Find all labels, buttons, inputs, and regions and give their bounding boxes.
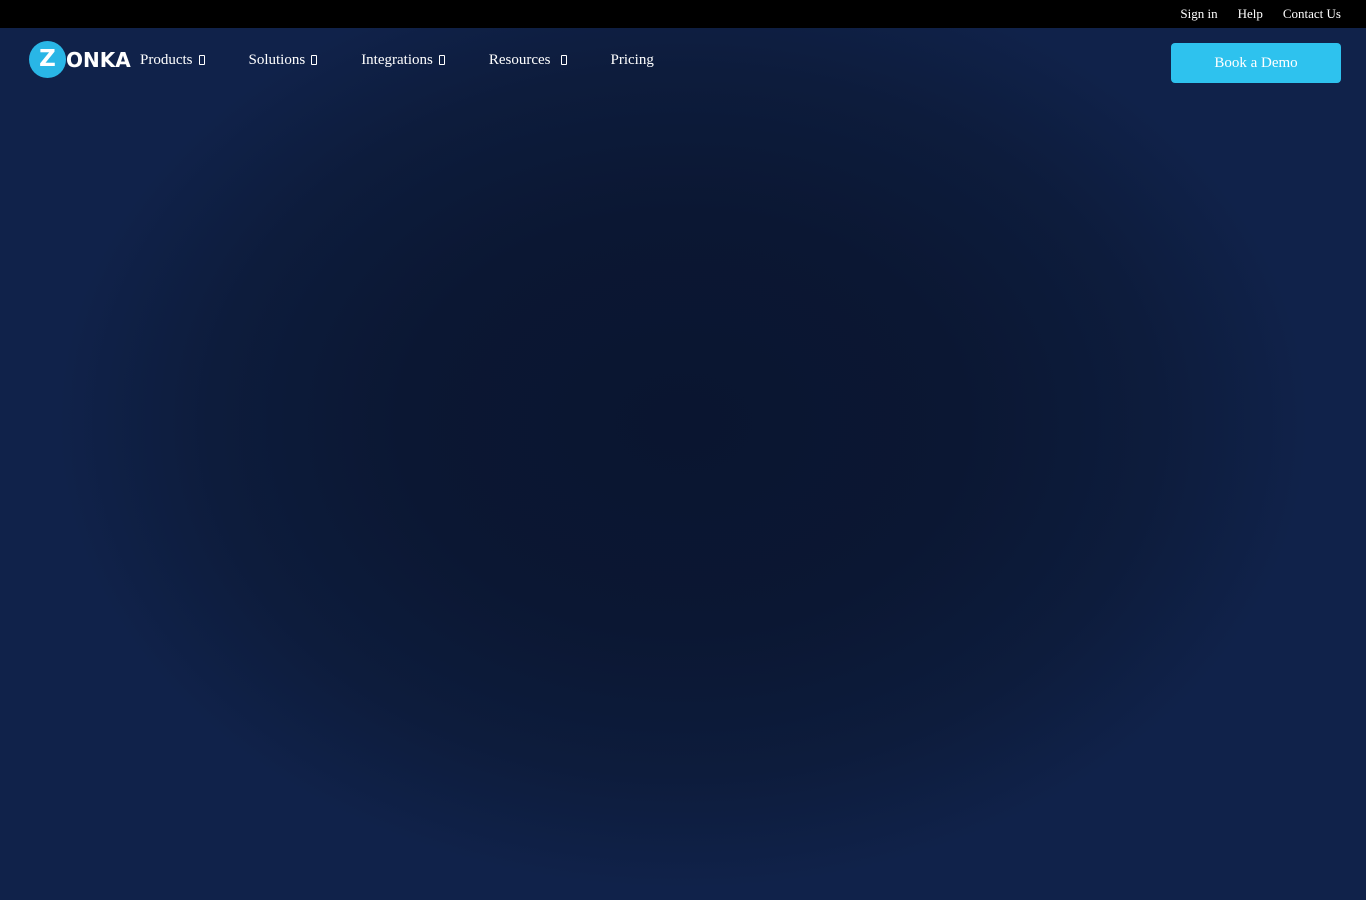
nav-item-solutions[interactable]: Solutions bbox=[249, 52, 318, 69]
chevron-down-icon bbox=[198, 55, 205, 65]
chevron-down-icon bbox=[560, 55, 567, 65]
main-navigation: Z ONKA Products Solutions Integrations R… bbox=[0, 28, 1366, 96]
nav-item-products[interactable]: Products bbox=[140, 52, 205, 69]
nav-item-label: Products bbox=[140, 51, 193, 68]
logo-badge-letter: Z bbox=[39, 46, 56, 72]
nav-item-integrations[interactable]: Integrations bbox=[361, 52, 445, 69]
nav-item-label: Integrations bbox=[361, 51, 433, 68]
sign-in-link[interactable]: Sign in bbox=[1180, 6, 1217, 22]
utility-links: Sign in Help Contact Us bbox=[1180, 0, 1341, 28]
chevron-down-icon bbox=[311, 55, 318, 65]
nav-item-label: Pricing bbox=[610, 51, 654, 68]
nav-item-pricing[interactable]: Pricing bbox=[611, 52, 654, 69]
nav-item-label: Solutions bbox=[248, 51, 306, 68]
chevron-down-icon bbox=[438, 55, 445, 65]
help-link[interactable]: Help bbox=[1238, 6, 1263, 22]
book-demo-button[interactable]: Book a Demo bbox=[1171, 43, 1341, 83]
nav-menu: Products Solutions Integrations Resource… bbox=[140, 28, 654, 92]
nav-item-resources[interactable]: Resources bbox=[489, 52, 567, 69]
nav-item-label: Resources bbox=[488, 51, 551, 68]
contact-us-link[interactable]: Contact Us bbox=[1283, 6, 1341, 22]
zonka-logo[interactable]: Z ONKA bbox=[29, 41, 131, 78]
utility-bar: Sign in Help Contact Us bbox=[0, 0, 1366, 28]
logo-badge: Z bbox=[29, 41, 66, 78]
logo-wordmark: ONKA bbox=[66, 47, 131, 72]
